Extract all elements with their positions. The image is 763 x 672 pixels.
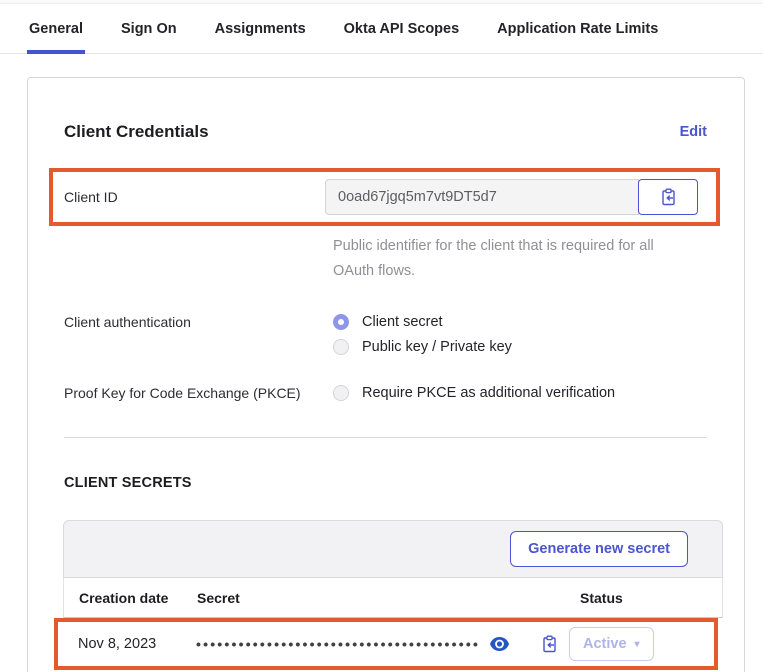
option-public-private-key-label: Public key / Private key <box>362 339 512 355</box>
pkce-option[interactable]: Require PKCE as additional verification <box>333 385 615 401</box>
client-id-highlight-box: Client ID <box>49 168 720 226</box>
client-id-label: Client ID <box>60 189 325 205</box>
tab-sign-on[interactable]: Sign On <box>119 4 179 54</box>
option-client-secret-label: Client secret <box>362 314 443 330</box>
section-divider <box>64 437 707 438</box>
app-tab-bar: General Sign On Assignments Okta API Sco… <box>0 4 763 54</box>
chevron-down-icon: ▾ <box>635 639 640 650</box>
reveal-secret-button[interactable] <box>490 637 509 651</box>
eye-icon <box>490 637 509 651</box>
client-credentials-title: Client Credentials <box>64 122 209 142</box>
tab-assignments[interactable]: Assignments <box>213 4 308 54</box>
client-authentication-row: Client authentication Client secret Publ… <box>64 314 707 355</box>
checkbox-unchecked-icon[interactable] <box>333 385 349 401</box>
client-authentication-options: Client secret Public key / Private key <box>333 314 512 355</box>
status-label: Active <box>583 636 627 652</box>
client-authentication-label: Client authentication <box>64 314 333 355</box>
clipboard-copy-icon <box>660 188 677 206</box>
column-header-secret: Secret <box>197 590 577 606</box>
table-row: Nov 8, 2023 ••••••••••••••••••••••••••••… <box>58 622 714 666</box>
column-header-creation-date: Creation date <box>79 590 197 606</box>
table-toolbar: Generate new secret <box>63 520 723 578</box>
status-dropdown-button[interactable]: Active ▾ <box>569 627 654 661</box>
masked-secret-value: •••••••••••••••••••••••••••••••••••••••• <box>196 637 480 651</box>
generate-new-secret-button[interactable]: Generate new secret <box>510 531 688 567</box>
radio-selected-icon[interactable] <box>333 314 349 330</box>
pkce-option-label: Require PKCE as additional verification <box>362 385 615 401</box>
column-header-status: Status <box>577 590 707 606</box>
client-id-field-group <box>325 179 698 215</box>
general-settings-card: Client Credentials Edit Client ID Public… <box>27 77 745 672</box>
option-client-secret[interactable]: Client secret <box>333 314 512 330</box>
client-id-copy-button[interactable] <box>638 179 698 215</box>
copy-secret-button[interactable] <box>541 635 558 653</box>
secret-creation-date: Nov 8, 2023 <box>78 636 196 652</box>
client-id-input[interactable] <box>325 179 639 215</box>
pkce-label: Proof Key for Code Exchange (PKCE) <box>64 385 333 401</box>
clipboard-copy-icon <box>541 635 558 653</box>
tab-general[interactable]: General <box>27 4 85 54</box>
pkce-row: Proof Key for Code Exchange (PKCE) Requi… <box>64 385 707 401</box>
secret-status-cell: Active ▾ <box>569 627 699 661</box>
option-public-private-key[interactable]: Public key / Private key <box>333 339 512 355</box>
client-credentials-header: Client Credentials Edit <box>64 122 707 142</box>
client-secrets-title: CLIENT SECRETS <box>64 475 707 491</box>
radio-unselected-icon[interactable] <box>333 339 349 355</box>
secret-cell: •••••••••••••••••••••••••••••••••••••••• <box>196 635 569 653</box>
client-id-help-text: Public identifier for the client that is… <box>333 234 669 284</box>
client-secrets-table: Generate new secret Creation date Secret… <box>63 520 723 670</box>
edit-link[interactable]: Edit <box>680 124 707 140</box>
table-header-row: Creation date Secret Status <box>63 578 723 618</box>
secret-row-highlight-box: Nov 8, 2023 ••••••••••••••••••••••••••••… <box>54 618 718 670</box>
tab-application-rate-limits[interactable]: Application Rate Limits <box>495 4 660 54</box>
tab-okta-api-scopes[interactable]: Okta API Scopes <box>342 4 462 54</box>
